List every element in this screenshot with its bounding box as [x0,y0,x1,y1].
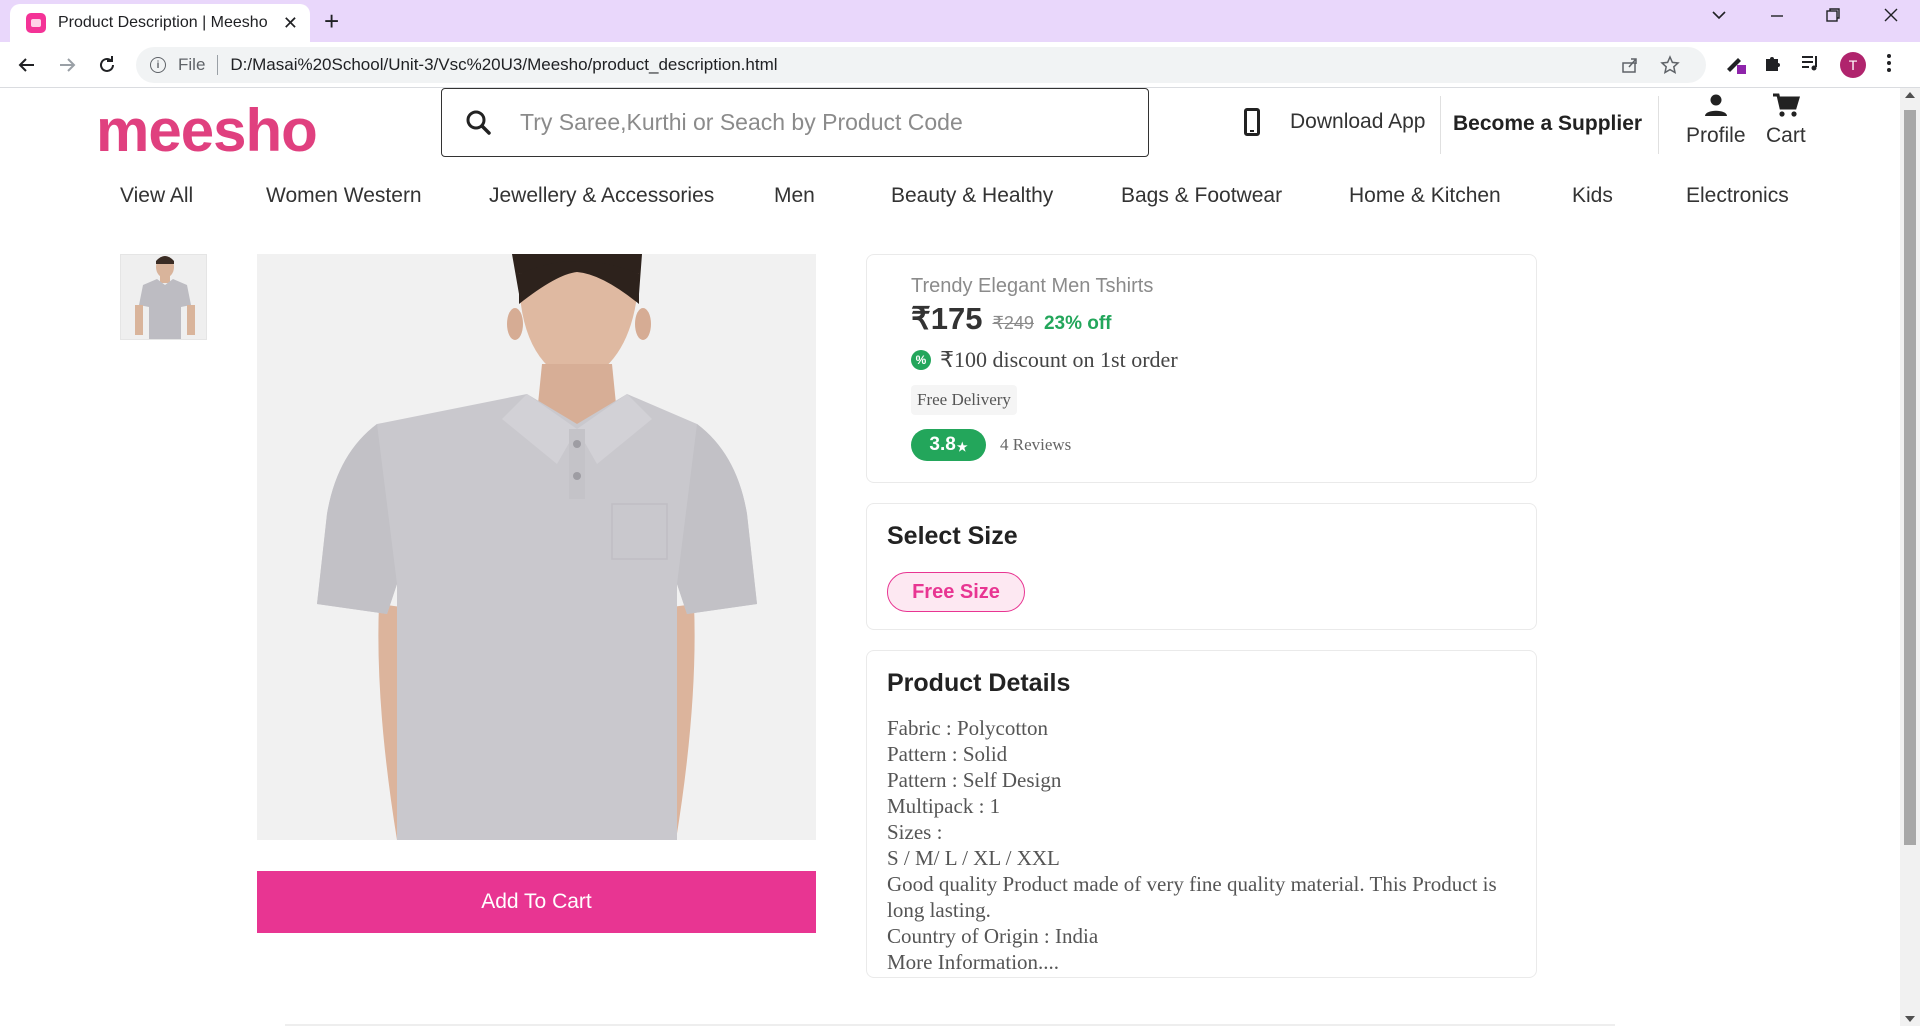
rating-row: 3.8 ★ 4 Reviews [911,429,1071,461]
meesho-logo[interactable]: meesho [96,96,318,165]
profile-button[interactable]: Profile [1686,92,1746,148]
free-delivery-tag: Free Delivery [911,385,1017,415]
category-women-western[interactable]: Women Western [266,184,422,208]
search-icon [466,110,491,135]
back-arrow-icon[interactable] [12,50,42,80]
category-electronics[interactable]: Electronics [1686,184,1789,208]
forward-arrow-icon[interactable] [52,50,82,80]
site-info-icon[interactable]: i [150,57,166,73]
product-thumbnail[interactable] [120,254,207,340]
media-playlist-icon[interactable] [1800,52,1822,80]
product-price: ₹175 [911,301,983,336]
minimize-window-icon[interactable] [1768,6,1786,30]
address-separator [217,55,219,75]
size-option-free-size[interactable]: Free Size [887,572,1025,612]
detail-line: Country of Origin : India [887,924,1099,948]
category-home-kitchen[interactable]: Home & Kitchen [1349,184,1501,208]
discount-percent: 23% off [1043,313,1112,334]
category-kids[interactable]: Kids [1572,184,1613,208]
product-name: Trendy Elegant Men Tshirts [911,275,1154,297]
scroll-down-arrow-icon[interactable] [1905,1016,1915,1022]
close-tab-icon[interactable]: ✕ [283,13,298,34]
category-bags-footwear[interactable]: Bags & Footwear [1121,184,1282,208]
share-icon[interactable] [1620,55,1640,80]
detail-line: Fabric : Polycotton [887,716,1048,740]
product-mrp: ₹249 [992,313,1034,333]
extension-pen-icon[interactable] [1724,52,1746,80]
profile-person-icon [1704,94,1727,116]
rating-star-icon: ★ [956,440,968,454]
detail-line: Sizes : [887,820,943,844]
first-order-offer: % ₹100 discount on 1st order [911,347,1178,373]
select-size-title: Select Size [887,522,1018,550]
product-main-image[interactable] [257,254,816,840]
category-beauty-healthy[interactable]: Beauty & Healthy [891,184,1053,208]
header-divider [1658,96,1659,154]
profile-avatar[interactable]: T [1840,52,1866,78]
first-order-discount-text: ₹100 discount on 1st order [940,347,1178,372]
browser-tab[interactable]: Product Description | Meesho ✕ [10,4,310,42]
rating-badge: 3.8 ★ [911,429,986,461]
header-divider [1440,96,1441,154]
browser-toolbar: i File D:/Masai%20School/Unit-3/Vsc%20U3… [0,42,1920,88]
page-viewport: meesho Download App Become a Supplier Pr… [0,88,1900,1026]
download-app-link[interactable]: Download App [1244,108,1425,136]
bookmark-star-icon[interactable] [1660,55,1680,80]
detail-line: Pattern : Solid [887,742,1008,766]
url-text[interactable]: D:/Masai%20School/Unit-3/Vsc%20U3/Meesho… [230,55,777,75]
reload-icon[interactable] [92,50,122,80]
browser-menu-icon[interactable] [1886,52,1892,80]
add-to-cart-button[interactable]: Add To Cart [257,871,816,933]
restore-window-icon[interactable] [1824,6,1842,30]
address-bar[interactable]: i File D:/Masai%20School/Unit-3/Vsc%20U3… [136,47,1706,83]
discount-badge-icon: % [911,350,931,370]
detail-line: Multipack : 1 [887,794,1001,818]
close-window-icon[interactable] [1882,6,1900,30]
search-input[interactable] [520,109,1120,136]
select-size-card: Select Size Free Size [866,503,1537,630]
product-details-title: Product Details [887,669,1071,697]
meesho-favicon-icon [26,13,46,33]
reviews-count[interactable]: 4 Reviews [1000,435,1071,455]
category-jewellery-accessories[interactable]: Jewellery & Accessories [489,184,714,208]
cart-label: Cart [1766,124,1806,147]
download-app-label: Download App [1290,110,1426,133]
category-nav: View All Women Western Jewellery & Acces… [0,184,1900,224]
browser-tab-strip: Product Description | Meesho ✕ + [0,0,1920,42]
tab-search-chevron-icon[interactable] [1710,6,1728,30]
product-details-list: Fabric : Polycotton Pattern : Solid Patt… [887,715,1527,975]
profile-label: Profile [1686,124,1746,147]
cart-button[interactable]: Cart [1766,92,1806,148]
category-view-all[interactable]: View All [120,184,193,208]
detail-line: Good quality Product made of very fine q… [887,872,1497,922]
more-information-link[interactable]: More Information.... [887,949,1527,975]
become-supplier-link[interactable]: Become a Supplier [1453,112,1642,136]
file-scheme-label: File [178,55,206,74]
product-details-card: Product Details Fabric : Polycotton Patt… [866,650,1537,978]
scrollbar-thumb[interactable] [1904,110,1916,845]
tab-title: Product Description | Meesho [58,14,268,31]
mobile-phone-icon [1244,108,1260,136]
new-tab-button[interactable]: + [324,6,339,37]
scroll-up-arrow-icon[interactable] [1905,92,1915,98]
search-bar[interactable] [441,88,1149,157]
extensions-puzzle-icon[interactable] [1762,52,1784,80]
page-scrollbar[interactable] [1900,88,1920,1026]
product-summary-card: Trendy Elegant Men Tshirts ₹175 ₹249 23%… [866,254,1537,483]
detail-line: S / M/ L / XL / XXL [887,846,1060,870]
price-row: ₹175 ₹249 23% off [911,301,1112,337]
category-men[interactable]: Men [774,184,815,208]
detail-line: Pattern : Self Design [887,768,1062,792]
rating-value: 3.8 [929,434,956,455]
shopping-cart-icon [1772,93,1800,117]
